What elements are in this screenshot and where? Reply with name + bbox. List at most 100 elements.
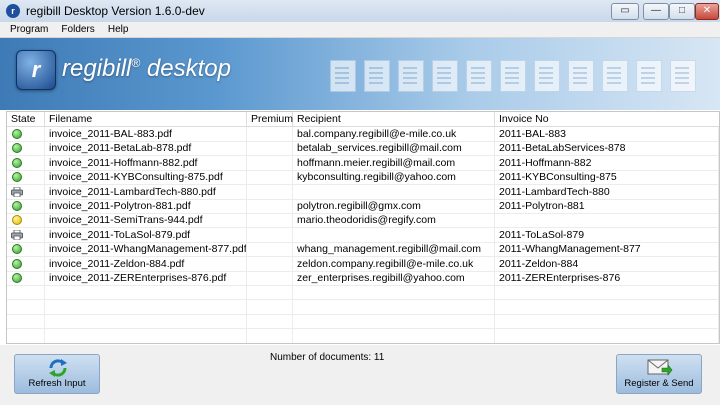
- table-row[interactable]: invoice_2011-BAL-883.pdf bal.company.regi…: [7, 127, 719, 142]
- status-green-icon: [12, 273, 22, 283]
- filename-cell: invoice_2011-WhangManagement-877.pdf: [45, 242, 247, 257]
- minimize-button[interactable]: —: [643, 3, 669, 20]
- menu-folders[interactable]: Folders: [56, 22, 99, 37]
- recipient-cell: betalab_services.regibill@mail.com: [293, 141, 495, 156]
- premium-cell: [247, 213, 293, 228]
- empty-cell: [495, 314, 719, 329]
- document-table[interactable]: State Filename Premium Recipient Invoice…: [6, 111, 720, 344]
- state-cell: [7, 155, 45, 170]
- filename-cell: invoice_2011-BetaLab-878.pdf: [45, 141, 247, 156]
- document-icon: [670, 60, 696, 92]
- printer-icon: [11, 186, 23, 197]
- state-cell: [7, 271, 45, 285]
- column-header-premium[interactable]: Premium: [247, 112, 293, 126]
- window-title: regibill Desktop Version 1.6.0-dev: [26, 4, 205, 18]
- document-icon: [568, 60, 594, 92]
- state-cell: [7, 170, 45, 185]
- empty-cell: [247, 314, 293, 329]
- menu-program[interactable]: Program: [5, 22, 53, 37]
- invoice-no-cell: 2011-ZEREnterprises-876: [495, 271, 719, 285]
- empty-cell: [7, 314, 45, 329]
- brand-title: regibill® desktop: [62, 55, 231, 83]
- refresh-input-button[interactable]: Refresh Input: [14, 354, 100, 394]
- brand-mark: ®: [131, 56, 141, 70]
- column-header-filename[interactable]: Filename: [45, 112, 247, 126]
- close-button[interactable]: ✕: [695, 3, 719, 20]
- table-row[interactable]: invoice_2011-SemiTrans-944.pdf mario.theo…: [7, 213, 719, 229]
- document-count: Number of documents: 11: [270, 352, 385, 363]
- empty-cell: [247, 299, 293, 314]
- empty-row: [7, 285, 719, 301]
- premium-cell: [247, 155, 293, 170]
- state-cell: [7, 256, 45, 271]
- title-bar: r regibill Desktop Version 1.6.0-dev ▭ —…: [0, 0, 720, 23]
- empty-cell: [495, 299, 719, 314]
- empty-cell: [7, 328, 45, 343]
- recipient-cell: zer_enterprises.regibill@yahoo.com: [293, 271, 495, 285]
- recipient-cell: [293, 184, 495, 199]
- empty-cell: [293, 328, 495, 343]
- menu-help[interactable]: Help: [103, 22, 134, 37]
- table-row[interactable]: invoice_2011-Zeldon-884.pdf zeldon.compan…: [7, 256, 719, 272]
- register-send-label: Register & Send: [624, 378, 694, 389]
- table-row[interactable]: invoice_2011-LambardTech-880.pdf 2011-Lam…: [7, 184, 719, 200]
- state-cell: [7, 141, 45, 156]
- table-row[interactable]: invoice_2011-ToLaSol-879.pdf 2011-ToLaSol…: [7, 227, 719, 243]
- table-row[interactable]: invoice_2011-KYBConsulting-875.pdf kybcon…: [7, 170, 719, 186]
- filename-cell: invoice_2011-SemiTrans-944.pdf: [45, 213, 247, 228]
- table-row[interactable]: invoice_2011-BetaLab-878.pdf betalab_serv…: [7, 141, 719, 157]
- status-yellow-icon: [12, 215, 22, 226]
- empty-cell: [293, 314, 495, 329]
- empty-cell: [247, 328, 293, 343]
- invoice-no-cell: 2011-Hoffmann-882: [495, 155, 719, 170]
- document-icon: [330, 60, 356, 92]
- empty-cell: [7, 299, 45, 314]
- filename-cell: invoice_2011-LambardTech-880.pdf: [45, 184, 247, 199]
- empty-row: [7, 299, 719, 315]
- invoice-no-cell: 2011-WhangManagement-877: [495, 242, 719, 257]
- document-icon: [534, 60, 560, 92]
- bottom-panel: Refresh Input Number of documents: 11 Re…: [0, 345, 720, 405]
- empty-row: [7, 314, 719, 330]
- empty-row: [7, 328, 719, 343]
- header-banner: r regibill® desktop: [0, 38, 720, 110]
- recipient-cell: [293, 227, 495, 242]
- filename-cell: invoice_2011-BAL-883.pdf: [45, 127, 247, 141]
- status-green-icon: [12, 157, 22, 168]
- brand-name: regibill: [62, 55, 132, 82]
- status-green-icon: [12, 201, 22, 211]
- column-header-state[interactable]: State: [7, 112, 45, 126]
- invoice-no-cell: [495, 213, 719, 228]
- recipient-cell: kybconsulting.regibill@yahoo.com: [293, 170, 495, 185]
- empty-cell: [247, 285, 293, 300]
- table-row[interactable]: invoice_2011-ZEREnterprises-876.pdf zer_e…: [7, 271, 719, 286]
- filename-cell: invoice_2011-KYBConsulting-875.pdf: [45, 170, 247, 185]
- premium-cell: [247, 271, 293, 285]
- invoice-no-cell: 2011-Polytron-881: [495, 199, 719, 213]
- invoice-no-cell: 2011-BetaLabServices-878: [495, 141, 719, 156]
- table-row[interactable]: invoice_2011-WhangManagement-877.pdf whan…: [7, 242, 719, 258]
- premium-cell: [247, 227, 293, 242]
- premium-cell: [247, 242, 293, 257]
- brand-suffix: desktop: [140, 55, 231, 82]
- status-green-icon: [12, 143, 22, 154]
- printer-icon: [11, 229, 23, 240]
- state-cell: [7, 242, 45, 257]
- restore-layout-icon[interactable]: ▭: [611, 3, 639, 20]
- maximize-button[interactable]: □: [669, 3, 695, 20]
- status-green-icon: [12, 258, 22, 269]
- empty-cell: [495, 328, 719, 343]
- premium-cell: [247, 184, 293, 199]
- invoice-no-cell: 2011-ToLaSol-879: [495, 227, 719, 242]
- filename-cell: invoice_2011-ZEREnterprises-876.pdf: [45, 271, 247, 285]
- empty-cell: [45, 328, 247, 343]
- empty-cell: [7, 285, 45, 300]
- column-header-invoice-no[interactable]: Invoice No: [495, 112, 719, 126]
- register-send-button[interactable]: Register & Send: [616, 354, 702, 394]
- document-icon: [602, 60, 628, 92]
- table-row[interactable]: invoice_2011-Hoffmann-882.pdf hoffmann.me…: [7, 155, 719, 171]
- column-header-recipient[interactable]: Recipient: [293, 112, 495, 126]
- status-green-icon: [12, 172, 22, 183]
- filename-cell: invoice_2011-ToLaSol-879.pdf: [45, 227, 247, 242]
- table-row[interactable]: invoice_2011-Polytron-881.pdf polytron.re…: [7, 199, 719, 214]
